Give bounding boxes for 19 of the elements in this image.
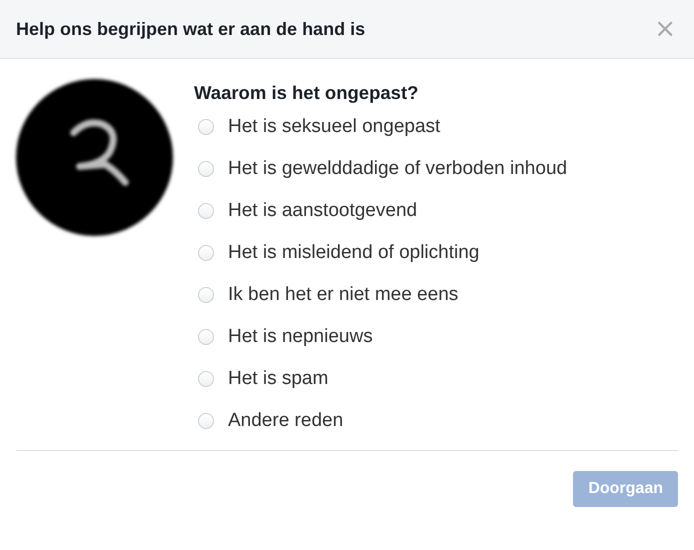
radio-option[interactable]: Het is misleidend of oplichting [194,242,568,264]
radio-option[interactable]: Andere reden [194,410,568,432]
radio-button[interactable] [198,371,214,387]
radio-option[interactable]: Het is nepnieuws [194,326,568,348]
radio-button[interactable] [198,245,214,261]
avatar-icon [16,79,173,236]
radio-option[interactable]: Het is seksueel ongepast [194,116,568,138]
radio-button[interactable] [198,161,214,177]
radio-option[interactable]: Het is spam [194,368,568,390]
radio-option[interactable]: Ik ben het er niet mee eens [194,284,568,306]
radio-option[interactable]: Het is aanstootgevend [194,200,568,222]
radio-option[interactable]: Het is gewelddadige of verboden inhoud [194,158,568,180]
radio-button[interactable] [198,287,214,303]
radio-button[interactable] [198,329,214,345]
radio-button[interactable] [198,413,214,429]
radio-button[interactable] [198,203,214,219]
question-heading: Waarom is het ongepast? [194,82,420,104]
dialog-title: Help ons begrijpen wat er aan de hand is [16,18,366,40]
radio-button[interactable] [198,119,214,135]
